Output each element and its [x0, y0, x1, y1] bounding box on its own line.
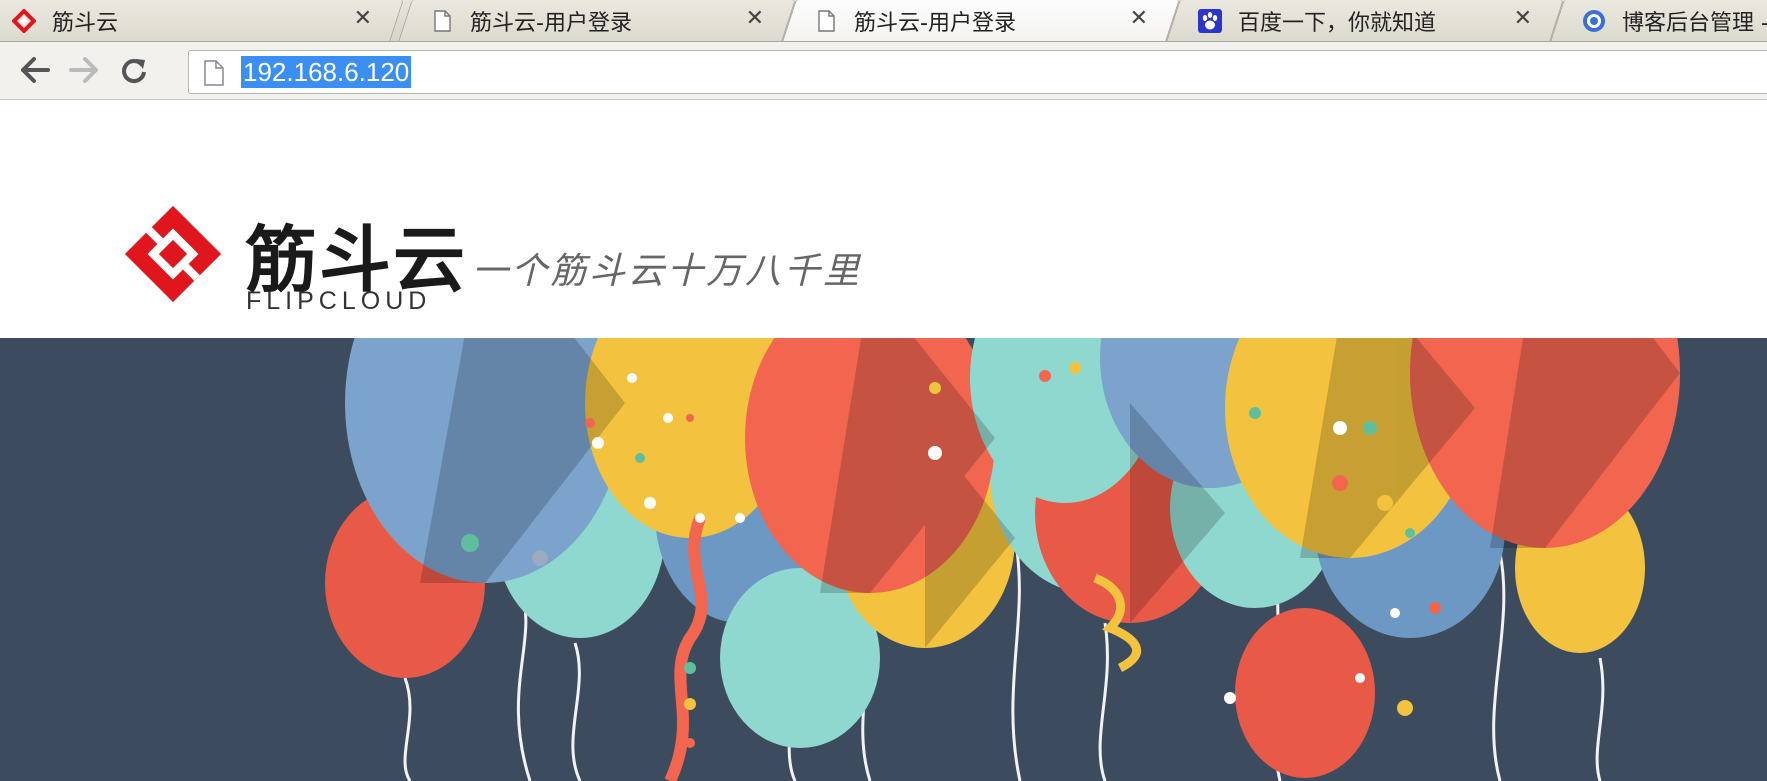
page-icon [818, 10, 835, 32]
tab-blog-admin[interactable]: 博客后台管理 - [1550, 0, 1767, 41]
forward-arrow-icon [69, 57, 98, 83]
logo-wordmark-en: FLIPCLOUD [246, 287, 432, 315]
page-icon [434, 10, 451, 32]
baidu-paw-icon [1198, 9, 1222, 33]
close-icon[interactable]: ✕ [1130, 6, 1148, 31]
flipcloud-logo-icon [12, 9, 36, 33]
blog-icon [1583, 10, 1605, 32]
address-text[interactable]: 192.168.6.120 [241, 56, 412, 88]
tab-label: 博客后台管理 - [1622, 11, 1767, 36]
tab-label: 筋斗云-用户登录 [854, 11, 1016, 36]
tab-label: 筋斗云 [52, 11, 119, 36]
slogan: 一个筋斗云十万八千里 [472, 251, 863, 292]
reload-button[interactable] [116, 52, 152, 88]
back-button[interactable] [17, 52, 53, 88]
address-bar[interactable]: 192.168.6.120 [188, 50, 1767, 94]
hero-banner [0, 338, 1767, 781]
site-header: 筋斗云 FLIPCLOUD 一个筋斗云十万八千里 [0, 101, 1767, 338]
forward-button[interactable] [66, 52, 102, 88]
balloons-illustration [325, 338, 1680, 781]
tab-baidu[interactable]: 百度一下，你就知道 ✕ [1166, 0, 1564, 41]
flipcloud-logo-icon [125, 206, 221, 302]
tab-label: 百度一下，你就知道 [1238, 11, 1437, 36]
browser-toolbar: 192.168.6.120 [0, 42, 1767, 100]
close-icon[interactable]: ✕ [746, 6, 764, 31]
page-icon [204, 60, 224, 86]
reload-icon [122, 59, 146, 84]
close-icon[interactable]: ✕ [1514, 6, 1532, 31]
tab-label: 筋斗云-用户登录 [470, 11, 632, 36]
tab-strip: 筋斗云 ✕ 筋斗云-用户登录 ✕ 筋斗云-用户登录 ✕ 百度一下，你就知道 ✕ [0, 0, 1767, 42]
tab-login-1[interactable]: 筋斗云-用户登录 ✕ [398, 0, 796, 41]
tab-flipcloud[interactable]: 筋斗云 ✕ [0, 0, 404, 41]
close-icon[interactable]: ✕ [354, 6, 372, 31]
back-arrow-icon [21, 57, 50, 83]
tab-login-2[interactable]: 筋斗云-用户登录 ✕ [782, 0, 1180, 41]
